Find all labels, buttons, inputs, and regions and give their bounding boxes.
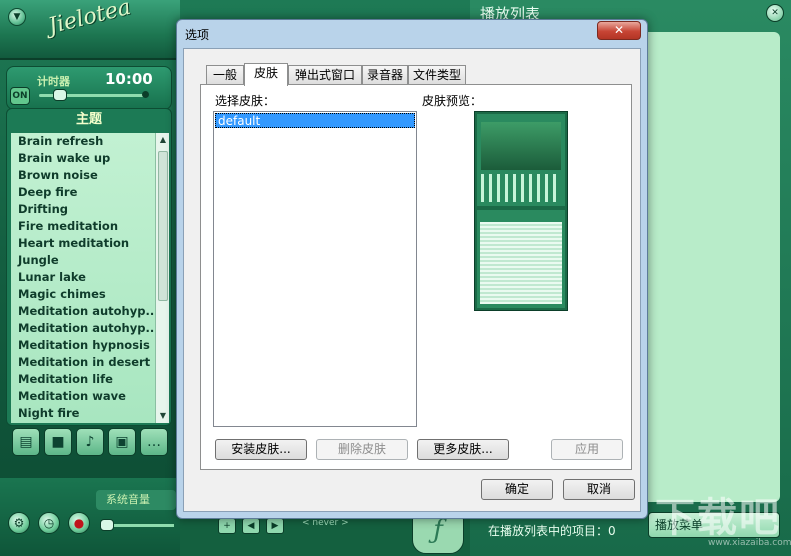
playlist-item-count: 在播放列表中的项目：0 xyxy=(488,524,616,538)
timer-on-button[interactable]: ON xyxy=(10,87,30,105)
theme-list: Brain refresh Brain wake up Brown noise Dee… xyxy=(11,133,155,423)
dialog-title: 选项 xyxy=(185,28,210,42)
tab-popup-window[interactable]: 弹出式窗口 xyxy=(288,65,362,85)
music-button[interactable]: ♪ xyxy=(76,428,104,456)
next-button[interactable]: ▶ xyxy=(266,518,284,534)
skin-listbox[interactable]: default xyxy=(213,111,417,427)
player-toolbar: ▤ ■ ♪ ▣ … xyxy=(10,428,170,462)
skin-preview-image xyxy=(474,111,568,311)
timer-slider-handle[interactable] xyxy=(53,89,67,101)
preview-playlist-rows xyxy=(480,222,562,304)
record-button[interactable]: ● xyxy=(68,512,90,534)
floppy-disk-icon: ▣ xyxy=(115,434,129,450)
theme-list-item[interactable]: Meditation in desert xyxy=(11,354,155,371)
tab-skin[interactable]: 皮肤 xyxy=(244,63,288,86)
ok-button[interactable]: 确定 xyxy=(481,479,553,500)
cancel-button[interactable]: 取消 xyxy=(563,479,635,500)
volume-slider-handle[interactable] xyxy=(100,519,114,531)
theme-list-item[interactable]: Meditation hypnosis xyxy=(11,337,155,354)
apply-button[interactable]: 应用 xyxy=(551,439,623,460)
scroll-down-arrow-icon[interactable]: ▼ xyxy=(156,409,170,423)
timer-label: 计时器 xyxy=(37,75,70,88)
scrollbar-thumb[interactable] xyxy=(158,151,168,301)
new-file-button[interactable]: ▤ xyxy=(12,428,40,456)
menu-dropdown-icon[interactable]: ▼ xyxy=(8,8,26,26)
skin-item-default[interactable]: default xyxy=(215,113,415,128)
player-window: ▼ Jielotea ON 计时器 10:00 主题 Brain refresh… xyxy=(0,0,180,556)
player-header: ▼ Jielotea xyxy=(0,0,180,60)
theme-list-item[interactable]: Brain wake up xyxy=(11,150,155,167)
skin-preview-label: 皮肤预览： xyxy=(422,94,483,108)
add-button[interactable]: + xyxy=(218,518,236,534)
dialog-close-icon[interactable]: ✕ xyxy=(597,21,641,40)
repeat-never-label: < never > xyxy=(302,518,349,528)
music-note-icon: ♪ xyxy=(85,434,95,450)
delete-skin-button[interactable]: 删除皮肤 xyxy=(316,439,408,460)
preview-playlist xyxy=(477,210,565,308)
previous-button[interactable]: ◀ xyxy=(242,518,260,534)
tab-general[interactable]: 一般 xyxy=(206,65,244,85)
stop-button[interactable]: ■ xyxy=(44,428,72,456)
app-logo: Jielotea xyxy=(45,0,134,40)
watermark-text: 下载吧 xyxy=(655,495,781,541)
timer-time: 10:00 xyxy=(105,70,153,88)
playlist-close-icon[interactable]: ✕ xyxy=(766,4,784,22)
theme-list-item[interactable]: Meditation life xyxy=(11,371,155,388)
theme-list-item[interactable]: Deep fire xyxy=(11,184,155,201)
options-dialog: 选项 ✕ 一般 皮肤 弹出式窗口 录音器 文件类型 选择皮肤： 皮肤预览： de… xyxy=(176,19,648,519)
timer-panel: ON 计时器 10:00 xyxy=(6,66,172,110)
theme-list-item[interactable]: Jungle xyxy=(11,252,155,269)
theme-list-item[interactable]: Lunar lake xyxy=(11,269,155,286)
system-volume-label: 系统音量 xyxy=(96,490,176,510)
stop-icon: ■ xyxy=(51,434,65,450)
more-skins-button[interactable]: 更多皮肤... xyxy=(417,439,509,460)
skin-tab-panel: 选择皮肤： 皮肤预览： default 安装皮肤... 删除皮肤 更多皮肤...… xyxy=(200,84,632,470)
preview-player-top xyxy=(477,114,565,206)
new-file-icon: ▤ xyxy=(19,434,33,450)
tab-recorder[interactable]: 录音器 xyxy=(362,65,408,85)
theme-scrollbar[interactable]: ▲ ▼ xyxy=(155,133,169,423)
scroll-up-arrow-icon[interactable]: ▲ xyxy=(156,133,170,147)
watermark-url: www.xiazaiba.com xyxy=(708,538,791,548)
theme-panel: 主题 Brain refresh Brain wake up Brown noise… xyxy=(6,108,172,426)
theme-list-item[interactable]: Meditation autohyp... xyxy=(11,303,155,320)
timer-slider-end-dot xyxy=(142,91,149,98)
ellipsis-icon: … xyxy=(147,434,161,450)
install-skin-button[interactable]: 安装皮肤... xyxy=(215,439,307,460)
preview-forest-scene xyxy=(481,122,561,170)
theme-list-item[interactable]: Night fire xyxy=(11,405,155,422)
dialog-body: 一般 皮肤 弹出式窗口 录音器 文件类型 选择皮肤： 皮肤预览： default… xyxy=(183,48,641,512)
dialog-titlebar[interactable]: 选项 ✕ xyxy=(177,20,647,48)
theme-list-item[interactable]: Meditation autohyp... xyxy=(11,320,155,337)
theme-list-item[interactable]: Magic chimes xyxy=(11,286,155,303)
save-button[interactable]: ▣ xyxy=(108,428,136,456)
theme-list-item[interactable]: Brain refresh xyxy=(11,133,155,150)
preview-equalizer xyxy=(481,174,561,202)
theme-list-item[interactable]: Drifting xyxy=(11,201,155,218)
theme-list-item[interactable]: Brown noise xyxy=(11,167,155,184)
theme-header: 主题 xyxy=(75,112,102,127)
theme-list-item[interactable]: Meditation wave xyxy=(11,388,155,405)
tab-file-types[interactable]: 文件类型 xyxy=(408,65,466,85)
clock-button[interactable]: ◷ xyxy=(38,512,60,534)
theme-list-item[interactable]: Fire meditation xyxy=(11,218,155,235)
settings-button[interactable]: ⚙ xyxy=(8,512,30,534)
skin-select-label: 选择皮肤： xyxy=(215,94,276,108)
theme-list-item[interactable]: Heart meditation xyxy=(11,235,155,252)
more-options-button[interactable]: … xyxy=(140,428,168,456)
